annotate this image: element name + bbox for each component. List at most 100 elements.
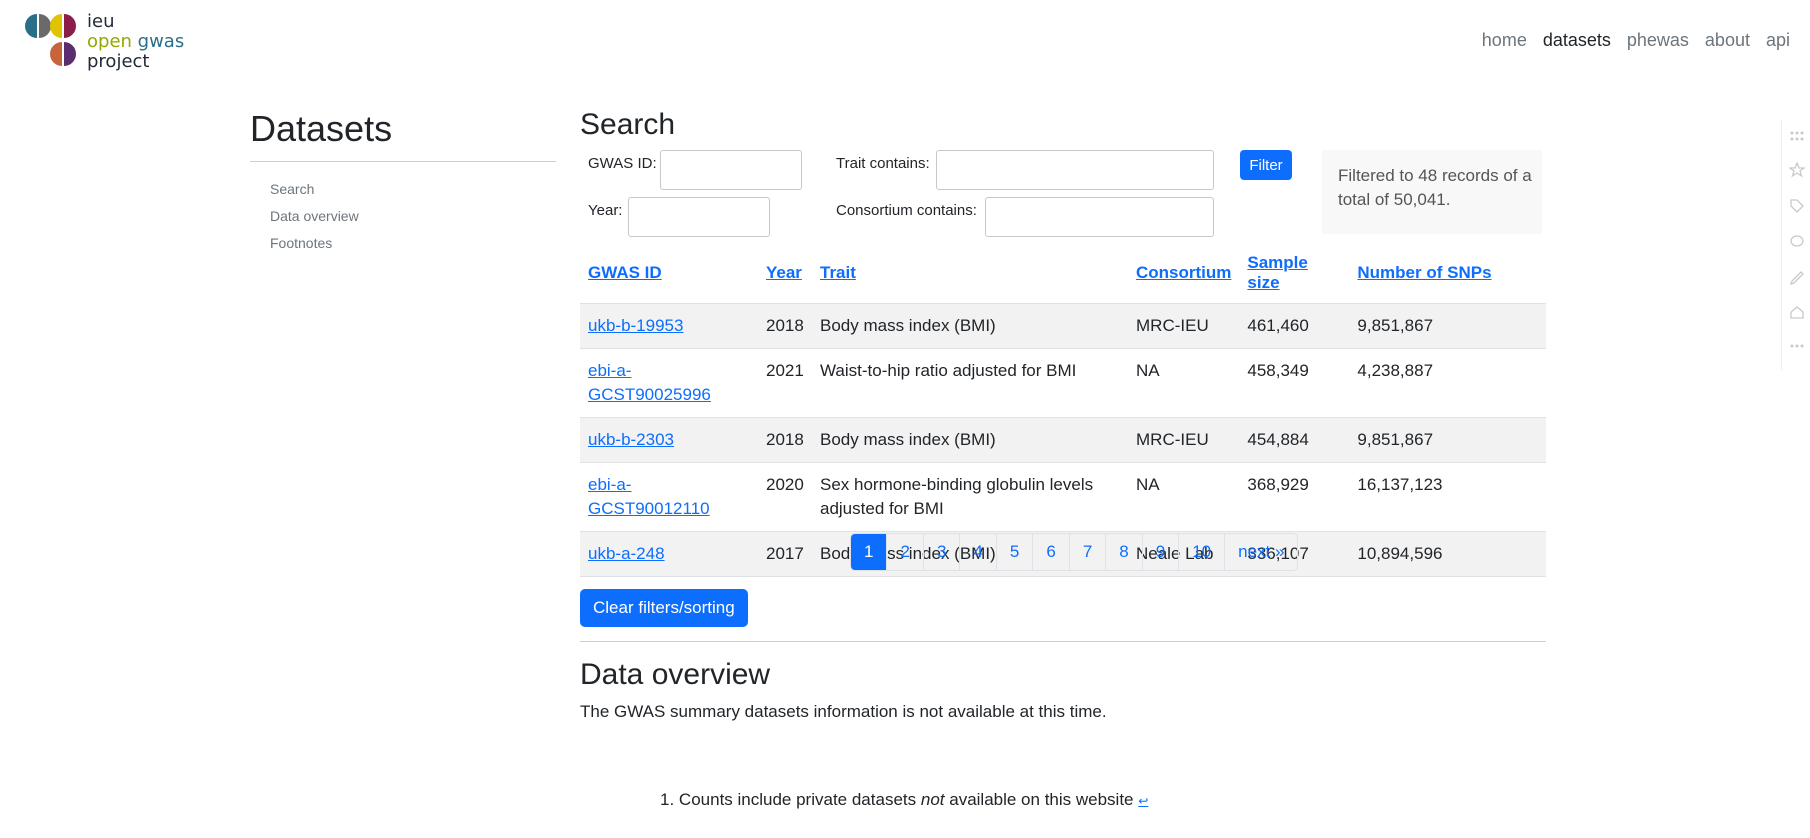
footnote-text-before: Counts include private datasets [678, 790, 917, 809]
star-icon[interactable] [1789, 162, 1805, 178]
sidebar-divider [250, 161, 556, 162]
cell-snps: 4,238,887 [1349, 348, 1546, 418]
year-label: Year: [588, 202, 623, 219]
cell-year: 2021 [758, 348, 812, 418]
logo-line-ieu: ieu [87, 11, 115, 32]
page-5[interactable]: 5 [995, 534, 1032, 570]
gwas-id-link[interactable]: ukb-b-19953 [588, 316, 683, 335]
cell-sample-size: 454,884 [1239, 417, 1350, 463]
page-10[interactable]: 10 [1178, 534, 1224, 570]
page-3[interactable]: 3 [922, 534, 959, 570]
sort-number-of-snps[interactable]: Number of SNPs [1357, 263, 1491, 282]
top-nav: home datasets phewas about api [1482, 30, 1790, 51]
cell-year: 2018 [758, 303, 812, 349]
gwas-id-input[interactable] [660, 150, 802, 190]
cell-snps: 10,894,596 [1349, 531, 1546, 577]
nav-datasets[interactable]: datasets [1543, 30, 1611, 51]
toc-item-footnotes[interactable]: Footnotes [270, 230, 556, 257]
trait-label: Trait contains: [836, 155, 930, 172]
page-1[interactable]: 1 [851, 534, 887, 570]
page-6[interactable]: 6 [1032, 534, 1068, 570]
logo-mark-icon [25, 14, 76, 66]
nav-phewas[interactable]: phewas [1627, 30, 1689, 51]
logo-word-gwas: gwas [137, 31, 185, 52]
logo-word-open: open [87, 31, 132, 52]
section-divider [580, 641, 1546, 642]
gwas-id-link[interactable]: ebi-a-GCST90012110 [588, 475, 710, 518]
nav-home[interactable]: home [1482, 30, 1527, 51]
footnote-emphasis: not [920, 790, 945, 809]
cell-consortium: NA [1128, 348, 1240, 418]
cell-consortium: MRC-IEU [1128, 303, 1240, 349]
nav-about[interactable]: about [1705, 30, 1750, 51]
cell-trait: Body mass index (BMI) [812, 303, 1128, 349]
sidebar: Datasets Search Data overview Footnotes [250, 105, 556, 257]
page-7[interactable]: 7 [1068, 534, 1105, 570]
consortium-input[interactable] [985, 197, 1214, 237]
data-overview-text: The GWAS summary datasets information is… [580, 702, 1107, 721]
footnote-text-after: available on this website [949, 790, 1134, 809]
footnote-return-link[interactable]: ↩ [1138, 794, 1148, 808]
grid-icon[interactable] [1789, 130, 1805, 146]
sort-gwas-id[interactable]: GWAS ID [588, 263, 662, 282]
footnote-item: 1. Counts include private datasets not a… [660, 790, 1148, 810]
sort-year[interactable]: Year [766, 263, 802, 282]
trait-input[interactable] [936, 150, 1214, 190]
col-gwas-id[interactable]: GWAS ID [580, 243, 758, 304]
page-9[interactable]: 9 [1141, 534, 1178, 570]
sort-consortium[interactable]: Consortium [1136, 263, 1231, 282]
tag-icon[interactable] [1789, 198, 1805, 214]
cell-trait: Body mass index (BMI) [812, 417, 1128, 463]
pen-icon[interactable] [1789, 270, 1805, 286]
cell-sample-size: 458,349 [1239, 348, 1350, 418]
col-year[interactable]: Year [758, 243, 812, 304]
cell-trait: Sex hormone-binding globulin levels adju… [812, 462, 1128, 532]
table-row: ebi-a-GCST90025996 2021 Waist-to-hip rat… [580, 348, 1546, 418]
data-overview-title: Data overview [580, 658, 771, 691]
site-logo[interactable]: ieu open gwas project [24, 12, 194, 72]
sort-sample-size[interactable]: Sample size [1247, 253, 1307, 292]
cell-snps: 9,851,867 [1349, 417, 1546, 463]
toc-item-search[interactable]: Search [270, 176, 556, 203]
main-content: Search GWAS ID: Year: Trait contains: Co… [580, 105, 1546, 809]
cell-sample-size: 368,929 [1239, 462, 1350, 532]
year-input[interactable] [628, 197, 770, 237]
records-count: Filtered to 48 records of a total of 50,… [1322, 150, 1542, 234]
gwas-id-link[interactable]: ukb-a-248 [588, 544, 665, 563]
page-4[interactable]: 4 [959, 534, 995, 570]
gwas-id-link[interactable]: ebi-a-GCST90025996 [588, 361, 711, 404]
page-8[interactable]: 8 [1105, 534, 1141, 570]
nav-api[interactable]: api [1766, 30, 1790, 51]
clear-filters-button[interactable]: Clear filters/sorting [580, 589, 748, 627]
col-number-of-snps[interactable]: Number of SNPs [1349, 243, 1546, 304]
right-toolstrip [1781, 120, 1810, 370]
logo-text: ieu open gwas project [87, 12, 184, 72]
filter-form: GWAS ID: Year: Trait contains: Consortiu… [580, 145, 1546, 237]
logo-line-open-gwas: open gwas [87, 32, 184, 52]
page-2[interactable]: 2 [886, 534, 922, 570]
page-title: Datasets [250, 108, 393, 149]
table-row: ebi-a-GCST90012110 2020 Sex hormone-bind… [580, 462, 1546, 532]
col-sample-size[interactable]: Sample size [1239, 243, 1350, 304]
comment-icon[interactable] [1789, 234, 1805, 250]
next-page[interactable]: next » [1224, 534, 1297, 570]
home-icon[interactable] [1789, 304, 1805, 320]
col-consortium[interactable]: Consortium [1128, 243, 1240, 304]
gwas-id-link[interactable]: ukb-b-2303 [588, 430, 674, 449]
consortium-label: Consortium contains: [836, 202, 977, 219]
cell-trait: Waist-to-hip ratio adjusted for BMI [812, 348, 1128, 418]
cell-snps: 16,137,123 [1349, 462, 1546, 532]
pagination: 1 2 3 4 5 6 7 8 9 10 next » [850, 533, 1299, 571]
col-trait[interactable]: Trait [812, 243, 1128, 304]
table-row: ukb-b-19953 2018 Body mass index (BMI) M… [580, 303, 1546, 349]
filter-button[interactable]: Filter [1240, 150, 1292, 180]
sort-trait[interactable]: Trait [820, 263, 856, 282]
gwas-id-label: GWAS ID: [588, 155, 657, 172]
more-icon[interactable] [1789, 338, 1805, 354]
search-title: Search [580, 108, 676, 141]
logo-line-project: project [87, 51, 150, 72]
cell-year: 2018 [758, 417, 812, 463]
toc-item-data-overview[interactable]: Data overview [270, 203, 556, 230]
cell-consortium: MRC-IEU [1128, 417, 1240, 463]
cell-year: 2020 [758, 462, 812, 532]
